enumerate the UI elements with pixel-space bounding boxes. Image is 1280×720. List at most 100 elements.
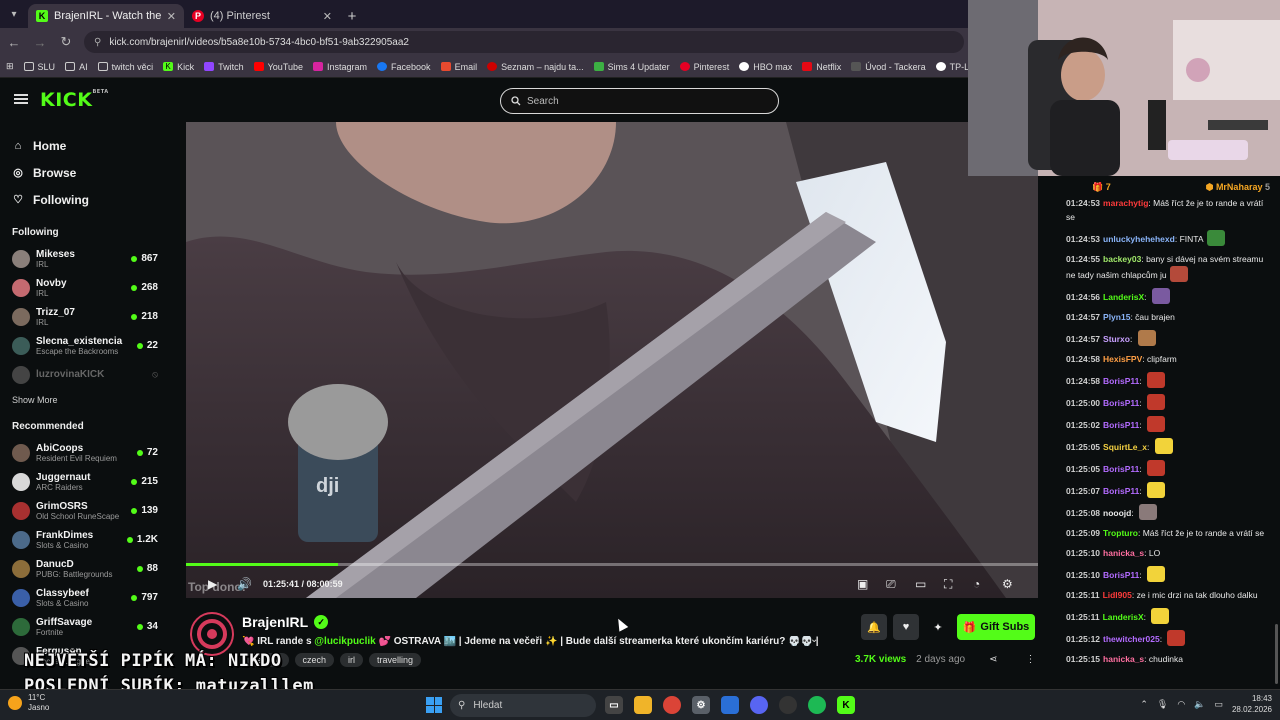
taskbar-search[interactable]: ⚲ Hledat [450, 694, 596, 717]
theater-button[interactable]: ▭ [915, 576, 926, 592]
close-tab-icon[interactable]: ✕ [323, 10, 332, 23]
chat-username[interactable]: Plyn15 [1103, 312, 1130, 322]
chat-username[interactable]: BorisP11 [1103, 398, 1139, 408]
play-button[interactable]: ▶ [208, 576, 217, 592]
kick-logo[interactable]: KICKBETA [40, 89, 109, 111]
sparkle-button[interactable]: ✦ [925, 614, 951, 640]
start-button[interactable] [426, 697, 442, 713]
chat-scrollbar[interactable] [1275, 624, 1278, 684]
menu-icon[interactable] [14, 94, 28, 104]
streamer-name[interactable]: BrajenIRL [242, 614, 308, 630]
chat-username[interactable]: marachytig [1103, 198, 1148, 208]
sidebar-item-home[interactable]: ⌂ Home [0, 132, 170, 159]
sidebar-channel[interactable]: Mikeses IRL 867 [0, 244, 170, 273]
volume-button[interactable]: 🔊 [237, 576, 252, 592]
chat-username[interactable]: Sturxo [1103, 334, 1130, 344]
bookmark-twitch[interactable]: Twitch [204, 62, 244, 72]
wifi-icon[interactable]: ◠ [1177, 699, 1185, 710]
follow-button[interactable]: ♥ [893, 614, 919, 640]
chat-username[interactable]: BorisP11 [1103, 486, 1139, 496]
settings-app-icon[interactable]: ⚙ [692, 696, 710, 714]
bookmark-hbo-max[interactable]: HBO max [739, 62, 792, 72]
chat-username[interactable]: BorisP11 [1103, 420, 1139, 430]
show-more-link[interactable]: Show More [0, 395, 170, 405]
gift-subs-button[interactable]: 🎁 Gift Subs [957, 614, 1035, 640]
settings-button[interactable]: ⚙ [1002, 576, 1013, 592]
sidebar-channel[interactable]: Trizz_07 IRL 218 [0, 302, 170, 331]
chat-username[interactable]: BorisP11 [1103, 464, 1139, 474]
new-tab-button[interactable]: + [340, 4, 364, 28]
progress-bar[interactable] [186, 563, 1038, 566]
sidebar-channel[interactable]: FrankDimes Slots & Casino 1.2K [0, 525, 170, 554]
sidebar-channel[interactable]: AbiCoops Resident Evil Requiem 72 [0, 438, 170, 467]
chat-username[interactable]: BorisP11 [1103, 570, 1139, 580]
file-explorer-icon[interactable] [634, 696, 652, 714]
bookmark-netflix[interactable]: Netflix [802, 62, 841, 72]
bookmark-sims-updater[interactable]: Sims 4 Updater [593, 62, 670, 72]
bookmark-facebook[interactable]: Facebook [377, 62, 431, 72]
forward-icon[interactable]: → [28, 35, 52, 50]
speed-button[interactable]: ◔ [973, 576, 980, 592]
more-options-icon[interactable]: ⋮ [1025, 654, 1035, 665]
browser-tab-kick[interactable]: K BrajenIRL - Watch the VOD on Kick ✕ [28, 4, 184, 28]
battery-icon[interactable]: ▭ [1214, 699, 1223, 710]
sidebar-item-browse[interactable]: ◎ Browse [0, 159, 170, 186]
bookmark-instagram[interactable]: Instagram [313, 62, 367, 72]
microphone-icon[interactable]: 🎙 [1157, 699, 1168, 710]
sidebar-channel[interactable]: DanucD PUBG: Battlegrounds 88 [0, 554, 170, 583]
close-tab-icon[interactable]: ✕ [167, 10, 176, 23]
bookmark-seznam[interactable]: Seznam – najdu ta... [487, 62, 584, 72]
sidebar-channel[interactable]: GrimOSRS Old School RuneScape 139 [0, 496, 170, 525]
bookmark-kick[interactable]: K Kick [163, 62, 194, 72]
stream-tag[interactable]: travelling [369, 653, 422, 667]
discord-icon[interactable] [750, 696, 768, 714]
clip-button[interactable]: ⎚ [886, 576, 896, 592]
weather-widget[interactable]: 11°C Jasno [8, 693, 49, 713]
photos-icon[interactable] [721, 696, 739, 714]
chat-username[interactable]: LanderisX [1103, 612, 1144, 622]
reload-icon[interactable]: ↻ [54, 34, 78, 50]
chat-username[interactable]: nooojd [1103, 508, 1131, 518]
bookmark-folder-ai[interactable]: AI [65, 62, 88, 72]
kick-app-icon[interactable]: K [837, 696, 855, 714]
chat-username[interactable]: unluckyhehehexd [1103, 234, 1175, 244]
clock[interactable]: 18:43 28.02.2026 [1232, 693, 1272, 715]
bookmark-email[interactable]: Email [440, 62, 477, 72]
task-view-icon[interactable]: ▭ [605, 696, 623, 714]
sidebar-channel[interactable]: Classybeef Slots & Casino 797 [0, 583, 170, 612]
apps-icon[interactable]: ⊞ [6, 61, 14, 72]
stream-tag[interactable]: irl [340, 653, 364, 667]
share-icon[interactable]: ⋖ [989, 654, 997, 665]
chat-username[interactable]: backey03 [1103, 254, 1141, 264]
chat-username[interactable]: hanicka_s [1103, 548, 1144, 558]
chat-username[interactable]: BorisP11 [1103, 376, 1139, 386]
chat-username[interactable]: LanderisX [1103, 292, 1144, 302]
fullscreen-button[interactable]: ⛶ [944, 576, 952, 592]
url-field[interactable]: ⚲ kick.com/brajenirl/videos/b5a8e10b-573… [84, 31, 964, 53]
miniplayer-button[interactable]: ▣ [857, 576, 868, 592]
title-mention[interactable]: @lucikpuclik [314, 636, 375, 647]
notification-button[interactable]: 🔔 [861, 614, 887, 640]
sidebar-channel[interactable]: GriffSavage Fortnite 34 [0, 612, 170, 641]
tab-search-icon[interactable]: ▾ [0, 0, 28, 28]
chrome-icon[interactable] [663, 696, 681, 714]
bookmark-folder-twitch-veci[interactable]: twitch věci [97, 62, 153, 72]
chat-username[interactable]: thewitcher025 [1103, 634, 1160, 644]
expand-title-icon[interactable]: ⌄ [810, 634, 818, 645]
chat-username[interactable]: hanicka_s [1103, 654, 1144, 664]
sidebar-channel[interactable]: Novby IRL 268 [0, 273, 170, 302]
browser-tab-pinterest[interactable]: P (4) Pinterest ✕ [184, 4, 340, 28]
chevron-up-icon[interactable]: ⌃ [1140, 699, 1148, 710]
sidebar-channel[interactable]: Slecna_existencia Escape the Backrooms 22 [0, 331, 170, 360]
back-icon[interactable]: ← [2, 35, 26, 50]
site-info-icon[interactable]: ⚲ [94, 37, 101, 48]
bookmark-pinterest[interactable]: Pinterest [679, 62, 729, 72]
bookmark-youtube[interactable]: YouTube [253, 62, 303, 72]
spotify-icon[interactable] [808, 696, 826, 714]
bookmark-tackera[interactable]: Úvod - Tackera [851, 62, 926, 72]
sidebar-channel[interactable]: Juggernaut ARC Raiders 215 [0, 467, 170, 496]
sidebar-channel[interactable]: luzrovinaKICK ⦸ [0, 360, 170, 389]
video-player[interactable]: dji [186, 122, 1038, 598]
obs-icon[interactable] [779, 696, 797, 714]
chat-username[interactable]: HexisFPV [1103, 354, 1142, 364]
